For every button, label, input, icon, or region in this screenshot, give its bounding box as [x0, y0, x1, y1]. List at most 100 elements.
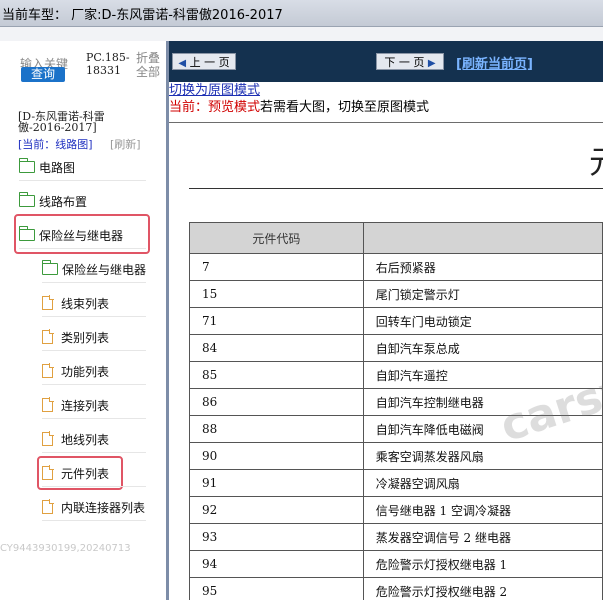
- page-toolbar: ◀ 上 一 页 下 一 页 ▶ [刷新当前页]: [169, 41, 603, 82]
- arrow-left-icon: ◀: [178, 58, 187, 69]
- refresh-page-link[interactable]: [刷新当前页]: [456, 53, 533, 72]
- tree-item-function-list[interactable]: 功能列表: [42, 359, 109, 383]
- window-title: 当前车型： 厂家:D-东风雷诺-科雷傲2016-2017: [2, 8, 283, 23]
- file-icon: [42, 499, 54, 514]
- title-bar: 当前车型： 厂家:D-东风雷诺-科雷傲2016-2017: [0, 0, 603, 27]
- tree-item-harness-list[interactable]: 线束列表: [42, 291, 109, 315]
- current-view-link[interactable]: [当前：线路图]: [18, 136, 93, 152]
- cell-code: 91: [189, 469, 364, 497]
- sidebar: 输入关键 查询 PC.185-18331 折叠全部 [D-东风雷诺-科雷傲-20…: [0, 41, 167, 600]
- file-icon: [42, 363, 54, 378]
- cell-name: 危险警示灯授权继电器 1: [362, 550, 603, 578]
- next-page-label: 下 一 页: [384, 56, 425, 69]
- sidebar-refresh-link[interactable]: [刷新]: [110, 136, 141, 152]
- cell-code: 90: [189, 442, 364, 470]
- cell-code: 84: [189, 334, 364, 362]
- table-header-name: [362, 222, 603, 254]
- cell-name: 危险警示灯授权继电器 2: [362, 577, 603, 600]
- tree-item-label: 类别列表: [61, 330, 110, 345]
- tree-item-label: 地线列表: [61, 432, 110, 447]
- cell-name: 自卸汽车泵总成: [362, 334, 603, 362]
- tree-item-ground-list[interactable]: 地线列表: [42, 427, 109, 451]
- cell-code: 94: [189, 550, 364, 578]
- table-row: 94 危险警示灯授权继电器 1: [189, 550, 603, 578]
- collapse-all-button[interactable]: 折叠全部: [136, 51, 164, 79]
- model-name: [D-东风雷诺-科雷傲-2016-2017]: [18, 110, 105, 134]
- tree-item-label: 线束列表: [61, 296, 110, 311]
- watermark-text: CY9443930199,20240713: [0, 543, 131, 554]
- table-header-code: 元件代码: [189, 222, 364, 254]
- file-icon: [42, 431, 54, 446]
- tree-item-category-list[interactable]: 类别列表: [42, 325, 109, 349]
- divider: [42, 486, 146, 487]
- divider: [19, 180, 146, 181]
- table-row: 93 蒸发器空调信号 2 继电器: [189, 523, 603, 551]
- preview-mode-label: 当前：预览模式: [169, 100, 261, 115]
- arrow-right-icon: ▶: [427, 58, 436, 69]
- folder-icon: [41, 260, 58, 275]
- preview-hint: 若需看大图，切换至原图模式: [260, 100, 430, 115]
- table-row: 92 信号继电器 1 空调冷凝器: [189, 496, 603, 524]
- cell-code: 71: [189, 307, 364, 335]
- cell-name: 乘客空调蒸发器风扇: [362, 442, 603, 470]
- divider: [42, 520, 146, 521]
- divider: [42, 384, 146, 385]
- tree-item-wiring-layout[interactable]: 线路布置: [18, 189, 88, 213]
- file-icon: [42, 329, 54, 344]
- tree-item-fuses-relays-sub[interactable]: 保险丝与继电器: [41, 257, 147, 281]
- document-title: 元: [589, 137, 603, 183]
- tree-item-connection-list[interactable]: 连接列表: [42, 393, 109, 417]
- cell-code: 92: [189, 496, 364, 524]
- cell-name: 冷凝器空调风扇: [362, 469, 603, 497]
- search-button[interactable]: 查询: [21, 67, 65, 82]
- cell-code: 95: [189, 577, 364, 600]
- table-row: 90 乘客空调蒸发器风扇: [189, 442, 603, 470]
- prev-page-button[interactable]: ◀ 上 一 页: [172, 53, 236, 70]
- tree-item-label: 线路布置: [39, 194, 88, 209]
- divider: [42, 350, 146, 351]
- pc-code: PC.185-18331: [86, 51, 130, 77]
- table-row: 15 尾门锁定警示灯: [189, 280, 603, 308]
- folder-icon: [18, 158, 35, 173]
- cell-name: 信号继电器 1 空调冷凝器: [362, 496, 603, 524]
- divider: [42, 316, 146, 317]
- cell-name: 蒸发器空调信号 2 继电器: [362, 523, 603, 551]
- tree-item-label: 保险丝与继电器: [62, 262, 147, 277]
- prev-page-label: 上 一 页: [189, 56, 230, 69]
- table-row: 95 危险警示灯授权继电器 2: [189, 577, 603, 600]
- divider: [19, 248, 146, 249]
- tree-item-label: 连接列表: [61, 398, 110, 413]
- cell-code: 7: [189, 253, 364, 281]
- window-gap: [0, 27, 603, 41]
- cell-code: 86: [189, 388, 364, 416]
- cell-code: 85: [189, 361, 364, 389]
- divider: [189, 188, 603, 189]
- preview-notice: 当前：预览模式若需看大图，切换至原图模式: [169, 96, 429, 115]
- tree-item-inline-connector-list[interactable]: 内联连接器列表: [42, 495, 145, 519]
- content-pane: 切换为原图模式 当前：预览模式若需看大图，切换至原图模式 元 元件代码 7右后预…: [169, 82, 603, 600]
- cell-code: 15: [189, 280, 364, 308]
- table-row: 7 右后预紧器: [189, 253, 603, 281]
- folder-icon: [18, 192, 35, 207]
- tree-item-label: 电路图: [39, 160, 76, 175]
- table-row: 71 回转车门电动锁定: [189, 307, 603, 335]
- tree-item-label: 内联连接器列表: [61, 500, 146, 515]
- table-row: 84 自卸汽车泵总成: [189, 334, 603, 362]
- table-row: 91 冷凝器空调风扇: [189, 469, 603, 497]
- divider: [42, 452, 146, 453]
- file-icon: [42, 295, 54, 310]
- file-icon: [42, 397, 54, 412]
- divider: [169, 122, 603, 123]
- cell-code: 88: [189, 415, 364, 443]
- table-header-row: 元件代码: [189, 222, 603, 254]
- tree-item-circuit-diagram[interactable]: 电路图: [18, 155, 76, 179]
- divider: [42, 282, 146, 283]
- tree-item-label: 功能列表: [61, 364, 110, 379]
- highlight-box: [37, 456, 123, 490]
- cell-name: 尾门锁定警示灯: [362, 280, 603, 308]
- cell-name: 回转车门电动锁定: [362, 307, 603, 335]
- next-page-button[interactable]: 下 一 页 ▶: [376, 53, 444, 70]
- cell-code: 93: [189, 523, 364, 551]
- cell-name: 右后预紧器: [362, 253, 603, 281]
- divider: [42, 418, 146, 419]
